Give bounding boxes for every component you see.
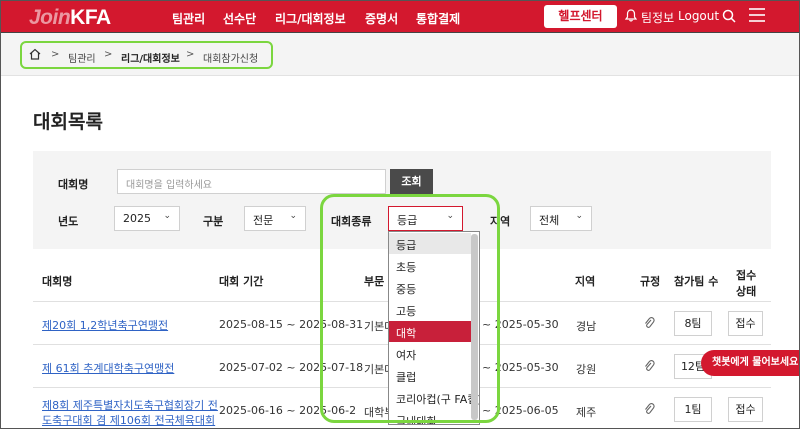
competition-name-label: 대회명 <box>58 178 89 191</box>
nav-team-management[interactable]: 팀관리 <box>172 10 205 27</box>
team-count-button[interactable]: 8팀 <box>674 311 712 336</box>
region-cell: 강원 <box>576 363 597 376</box>
menu-icon[interactable] <box>748 7 766 26</box>
chevron-down-icon: ⌄ <box>289 211 297 221</box>
nav-certificate[interactable]: 증명서 <box>365 10 398 27</box>
nav-league-info[interactable]: 리그/대회정보 <box>275 10 346 27</box>
competition-link[interactable]: 도축구대회 겸 제106회 전국체육대회 <box>42 414 215 427</box>
breadcrumb-separator: > <box>104 49 113 60</box>
col-header-rules: 규정 <box>640 275 661 288</box>
paperclip-icon[interactable] <box>643 402 655 419</box>
region-cell: 경남 <box>576 320 597 333</box>
paperclip-icon[interactable] <box>643 316 655 333</box>
competition-link[interactable]: 제 61회 추계대학축구연맹전 <box>42 362 174 375</box>
logout-link[interactable]: Logout <box>678 9 719 23</box>
page-title: 대회목록 <box>33 111 103 133</box>
year-select[interactable]: 2025 ⌄ <box>114 206 180 231</box>
region-value: 전체 <box>539 214 560 227</box>
region-select[interactable]: 전체 ⌄ <box>530 206 592 231</box>
search-icon[interactable] <box>722 9 736 26</box>
col-header-team-count: 참가팀 수 <box>674 275 719 288</box>
col-header-name: 대회명 <box>42 275 73 288</box>
apply-button[interactable]: 접수 <box>728 397 763 422</box>
year-label: 년도 <box>58 215 79 228</box>
col-header-region: 지역 <box>575 275 596 288</box>
table-row: 제20회 1,2학년축구연맹전 <box>42 317 168 333</box>
table-row: 제 61회 추계대학축구연맹전 <box>42 360 174 376</box>
table-row: 제8회 제주특별자치도축구협회장기 전 <box>42 397 218 413</box>
bell-icon[interactable] <box>624 9 638 25</box>
apply-button[interactable]: 접수 <box>728 311 763 336</box>
col-header-status: 상태 <box>736 285 757 298</box>
help-center-button[interactable]: 헬프센터 <box>544 5 617 28</box>
competition-link[interactable]: 제20회 1,2학년축구연맹전 <box>42 319 168 332</box>
division-value: 전문 <box>253 214 274 227</box>
home-icon[interactable] <box>29 48 41 63</box>
paperclip-icon[interactable] <box>643 359 655 376</box>
breadcrumb-league-info[interactable]: 리그/대회정보 <box>121 50 180 65</box>
team-info-link[interactable]: 팀정보 <box>641 9 674 26</box>
competition-name-input[interactable]: 대회명을 입력하세요 <box>117 169 386 194</box>
joinkfa-logo[interactable]: JoinKFA <box>29 6 111 30</box>
region-cell: 제주 <box>576 406 597 419</box>
chatbot-button[interactable]: 챗봇에게 물어보세요 <box>701 350 800 376</box>
year-value: 2025 <box>123 212 151 225</box>
search-button[interactable]: 조회 <box>390 169 433 194</box>
breadcrumb: > 팀관리 > 리그/대회정보 > 대회참가신청 <box>20 41 273 69</box>
division-select[interactable]: 전문 ⌄ <box>244 206 306 231</box>
team-count-button[interactable]: 1팀 <box>674 397 712 422</box>
breadcrumb-competition-entry: 대회참가신청 <box>203 54 259 65</box>
chevron-down-icon: ⌄ <box>163 211 171 221</box>
top-header: JoinKFA 팀관리 선수단 리그/대회정보 증명서 통합결제 헬프센터 팀정… <box>0 0 800 33</box>
col-header-period: 대회 기간 <box>219 275 264 288</box>
division-label: 구분 <box>203 215 224 228</box>
table-row-line2: 도축구대회 겸 제106회 전국체육대회 <box>42 412 215 428</box>
nav-squad[interactable]: 선수단 <box>223 10 256 27</box>
chevron-down-icon: ⌄ <box>575 211 583 221</box>
competition-link[interactable]: 제8회 제주특별자치도축구협회장기 전 <box>42 399 218 412</box>
breadcrumb-separator: > <box>51 49 60 60</box>
breadcrumb-separator: > <box>186 49 195 60</box>
nav-payment[interactable]: 통합결제 <box>416 10 460 27</box>
col-header-reception: 접수 <box>736 269 757 282</box>
breadcrumb-team-management[interactable]: 팀관리 <box>68 50 96 65</box>
highlight-outline <box>320 194 500 423</box>
